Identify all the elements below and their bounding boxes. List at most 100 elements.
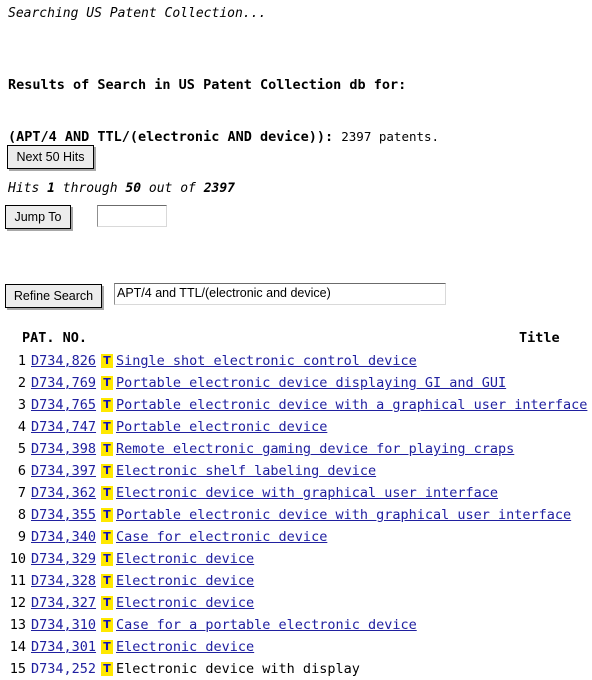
patent-title-link[interactable]: Portable electronic device <box>116 416 327 438</box>
hits-suffix: out of <box>141 181 204 196</box>
patent-number-link[interactable]: D734,340 <box>31 526 96 548</box>
results-headline: Results of Search in US Patent Collectio… <box>8 77 407 93</box>
full-text-icon[interactable]: T <box>101 508 113 522</box>
full-text-icon[interactable]: T <box>101 662 113 676</box>
patent-number-link[interactable]: D734,301 <box>31 636 96 658</box>
full-text-icon-glyph: T <box>103 420 111 433</box>
full-text-icon-glyph: T <box>103 508 111 521</box>
patent-title-link[interactable]: Electronic device <box>116 636 254 658</box>
table-row: 7 D734,362 T Electronic device with graphic… <box>0 482 592 504</box>
next-50-hits-label: Next 50 Hits <box>16 150 85 164</box>
full-text-icon[interactable]: T <box>101 574 113 588</box>
hits-to: 50 <box>125 181 142 196</box>
full-text-icon[interactable]: T <box>101 442 113 456</box>
patent-number-link[interactable]: D734,747 <box>31 416 96 438</box>
results-query-line: (APT/4 AND TTL/(electronic AND device)):… <box>8 128 439 146</box>
row-index: 13 <box>9 617 26 633</box>
patent-number-link[interactable]: D734,329 <box>31 548 96 570</box>
row-index: 1 <box>17 353 26 369</box>
table-row: 14 D734,301 T Electronic device <box>0 636 592 658</box>
searching-status-text: Searching US Patent Collection... <box>8 6 267 21</box>
patent-number-link[interactable]: D734,252 <box>31 658 96 680</box>
table-row: 8 D734,355 T Portable electronic device wit… <box>0 504 592 526</box>
hits-prefix: Hits <box>8 181 48 196</box>
row-index: 10 <box>9 551 26 567</box>
hits-from: 1 <box>47 181 55 196</box>
patent-title-link[interactable]: Electronic device <box>116 548 254 570</box>
table-row: 11 D734,328 T Electronic device <box>0 570 592 592</box>
patent-title-link[interactable]: Single shot electronic control device <box>116 350 417 372</box>
full-text-icon[interactable]: T <box>101 552 113 566</box>
refine-search-label: Refine Search <box>13 289 94 303</box>
patent-title-link[interactable]: Electronic device <box>116 592 254 614</box>
patent-title-link[interactable]: Portable electronic device with graphica… <box>116 504 571 526</box>
jump-to-button[interactable]: Jump To <box>5 205 71 229</box>
full-text-icon-glyph: T <box>103 662 111 675</box>
full-text-icon[interactable]: T <box>101 464 113 478</box>
full-text-icon[interactable]: T <box>101 640 113 654</box>
column-header-title: Title <box>519 330 560 346</box>
table-row: 6 D734,397 T Electronic shelf labeling devi… <box>0 460 592 482</box>
row-index: 14 <box>9 639 26 655</box>
next-50-hits-button[interactable]: Next 50 Hits <box>7 145 94 169</box>
results-table-header: PAT. NO. Title <box>0 328 592 348</box>
row-index: 5 <box>17 441 26 457</box>
full-text-icon[interactable]: T <box>101 398 113 412</box>
full-text-icon-glyph: T <box>103 398 111 411</box>
full-text-icon[interactable]: T <box>101 530 113 544</box>
patent-number-link[interactable]: D734,327 <box>31 592 96 614</box>
results-count-text: 2397 patents. <box>341 129 440 144</box>
hits-total: 2397 <box>203 181 236 196</box>
row-index: 15 <box>9 661 26 677</box>
patent-number-link[interactable]: D734,355 <box>31 504 96 526</box>
row-index: 9 <box>17 529 26 545</box>
results-query-text: (APT/4 AND TTL/(electronic AND device)): <box>8 129 342 145</box>
patent-title-link[interactable]: Electronic device with display <box>116 658 360 680</box>
full-text-icon-glyph: T <box>103 354 111 367</box>
table-row: 5 D734,398 T Remote electronic gaming devic… <box>0 438 592 460</box>
refine-search-button[interactable]: Refine Search <box>5 284 102 308</box>
row-index: 3 <box>17 397 26 413</box>
full-text-icon[interactable]: T <box>101 376 113 390</box>
table-row: 9 D734,340 T Case for electronic device <box>0 526 592 548</box>
patent-title-link[interactable]: Portable electronic device displaying GI… <box>116 372 506 394</box>
results-summary: Results of Search in US Patent Collectio… <box>8 43 439 231</box>
patent-title-link[interactable]: Case for electronic device <box>116 526 327 548</box>
full-text-icon-glyph: T <box>103 376 111 389</box>
full-text-icon[interactable]: T <box>101 420 113 434</box>
patent-number-link[interactable]: D734,328 <box>31 570 96 592</box>
full-text-icon[interactable]: T <box>101 596 113 610</box>
full-text-icon[interactable]: T <box>101 486 113 500</box>
row-index: 11 <box>9 573 26 589</box>
table-row: 2 D734,769 T Portable electronic device dis… <box>0 372 592 394</box>
jump-to-label: Jump To <box>14 210 62 224</box>
jump-to-input[interactable] <box>97 205 167 227</box>
row-index: 12 <box>9 595 26 611</box>
table-row: 10 D734,329 T Electronic device <box>0 548 592 570</box>
patent-number-link[interactable]: D734,769 <box>31 372 96 394</box>
table-row: 3 D734,765 T Portable electronic device wit… <box>0 394 592 416</box>
patent-number-link[interactable]: D734,310 <box>31 614 96 636</box>
row-index: 6 <box>17 463 26 479</box>
patent-title-link[interactable]: Electronic device with graphical user in… <box>116 482 498 504</box>
full-text-icon[interactable]: T <box>101 618 113 632</box>
full-text-icon-glyph: T <box>103 640 111 653</box>
patent-number-link[interactable]: D734,765 <box>31 394 96 416</box>
table-row: 4 D734,747 T Portable electronic device <box>0 416 592 438</box>
patent-number-link[interactable]: D734,397 <box>31 460 96 482</box>
patent-title-link[interactable]: Case for a portable electronic device <box>116 614 417 636</box>
full-text-icon-glyph: T <box>103 618 111 631</box>
patent-number-link[interactable]: D734,826 <box>31 350 96 372</box>
patent-title-link[interactable]: Portable electronic device with a graphi… <box>116 394 587 416</box>
table-row: 1 D734,826 T Single shot electronic control… <box>0 350 592 372</box>
table-row: 15 D734,252 T Electronic device with displa… <box>0 658 592 680</box>
hits-range-text: Hits 1 through 50 out of 2397 <box>8 180 439 197</box>
patent-number-link[interactable]: D734,398 <box>31 438 96 460</box>
refine-search-input[interactable]: APT/4 and TTL/(electronic and device) <box>114 283 446 305</box>
patent-number-link[interactable]: D734,362 <box>31 482 96 504</box>
patent-title-link[interactable]: Electronic device <box>116 570 254 592</box>
results-table-body: 1 D734,826 T Single shot electronic control… <box>0 350 592 680</box>
patent-title-link[interactable]: Remote electronic gaming device for play… <box>116 438 514 460</box>
full-text-icon[interactable]: T <box>101 354 113 368</box>
patent-title-link[interactable]: Electronic shelf labeling device <box>116 460 376 482</box>
